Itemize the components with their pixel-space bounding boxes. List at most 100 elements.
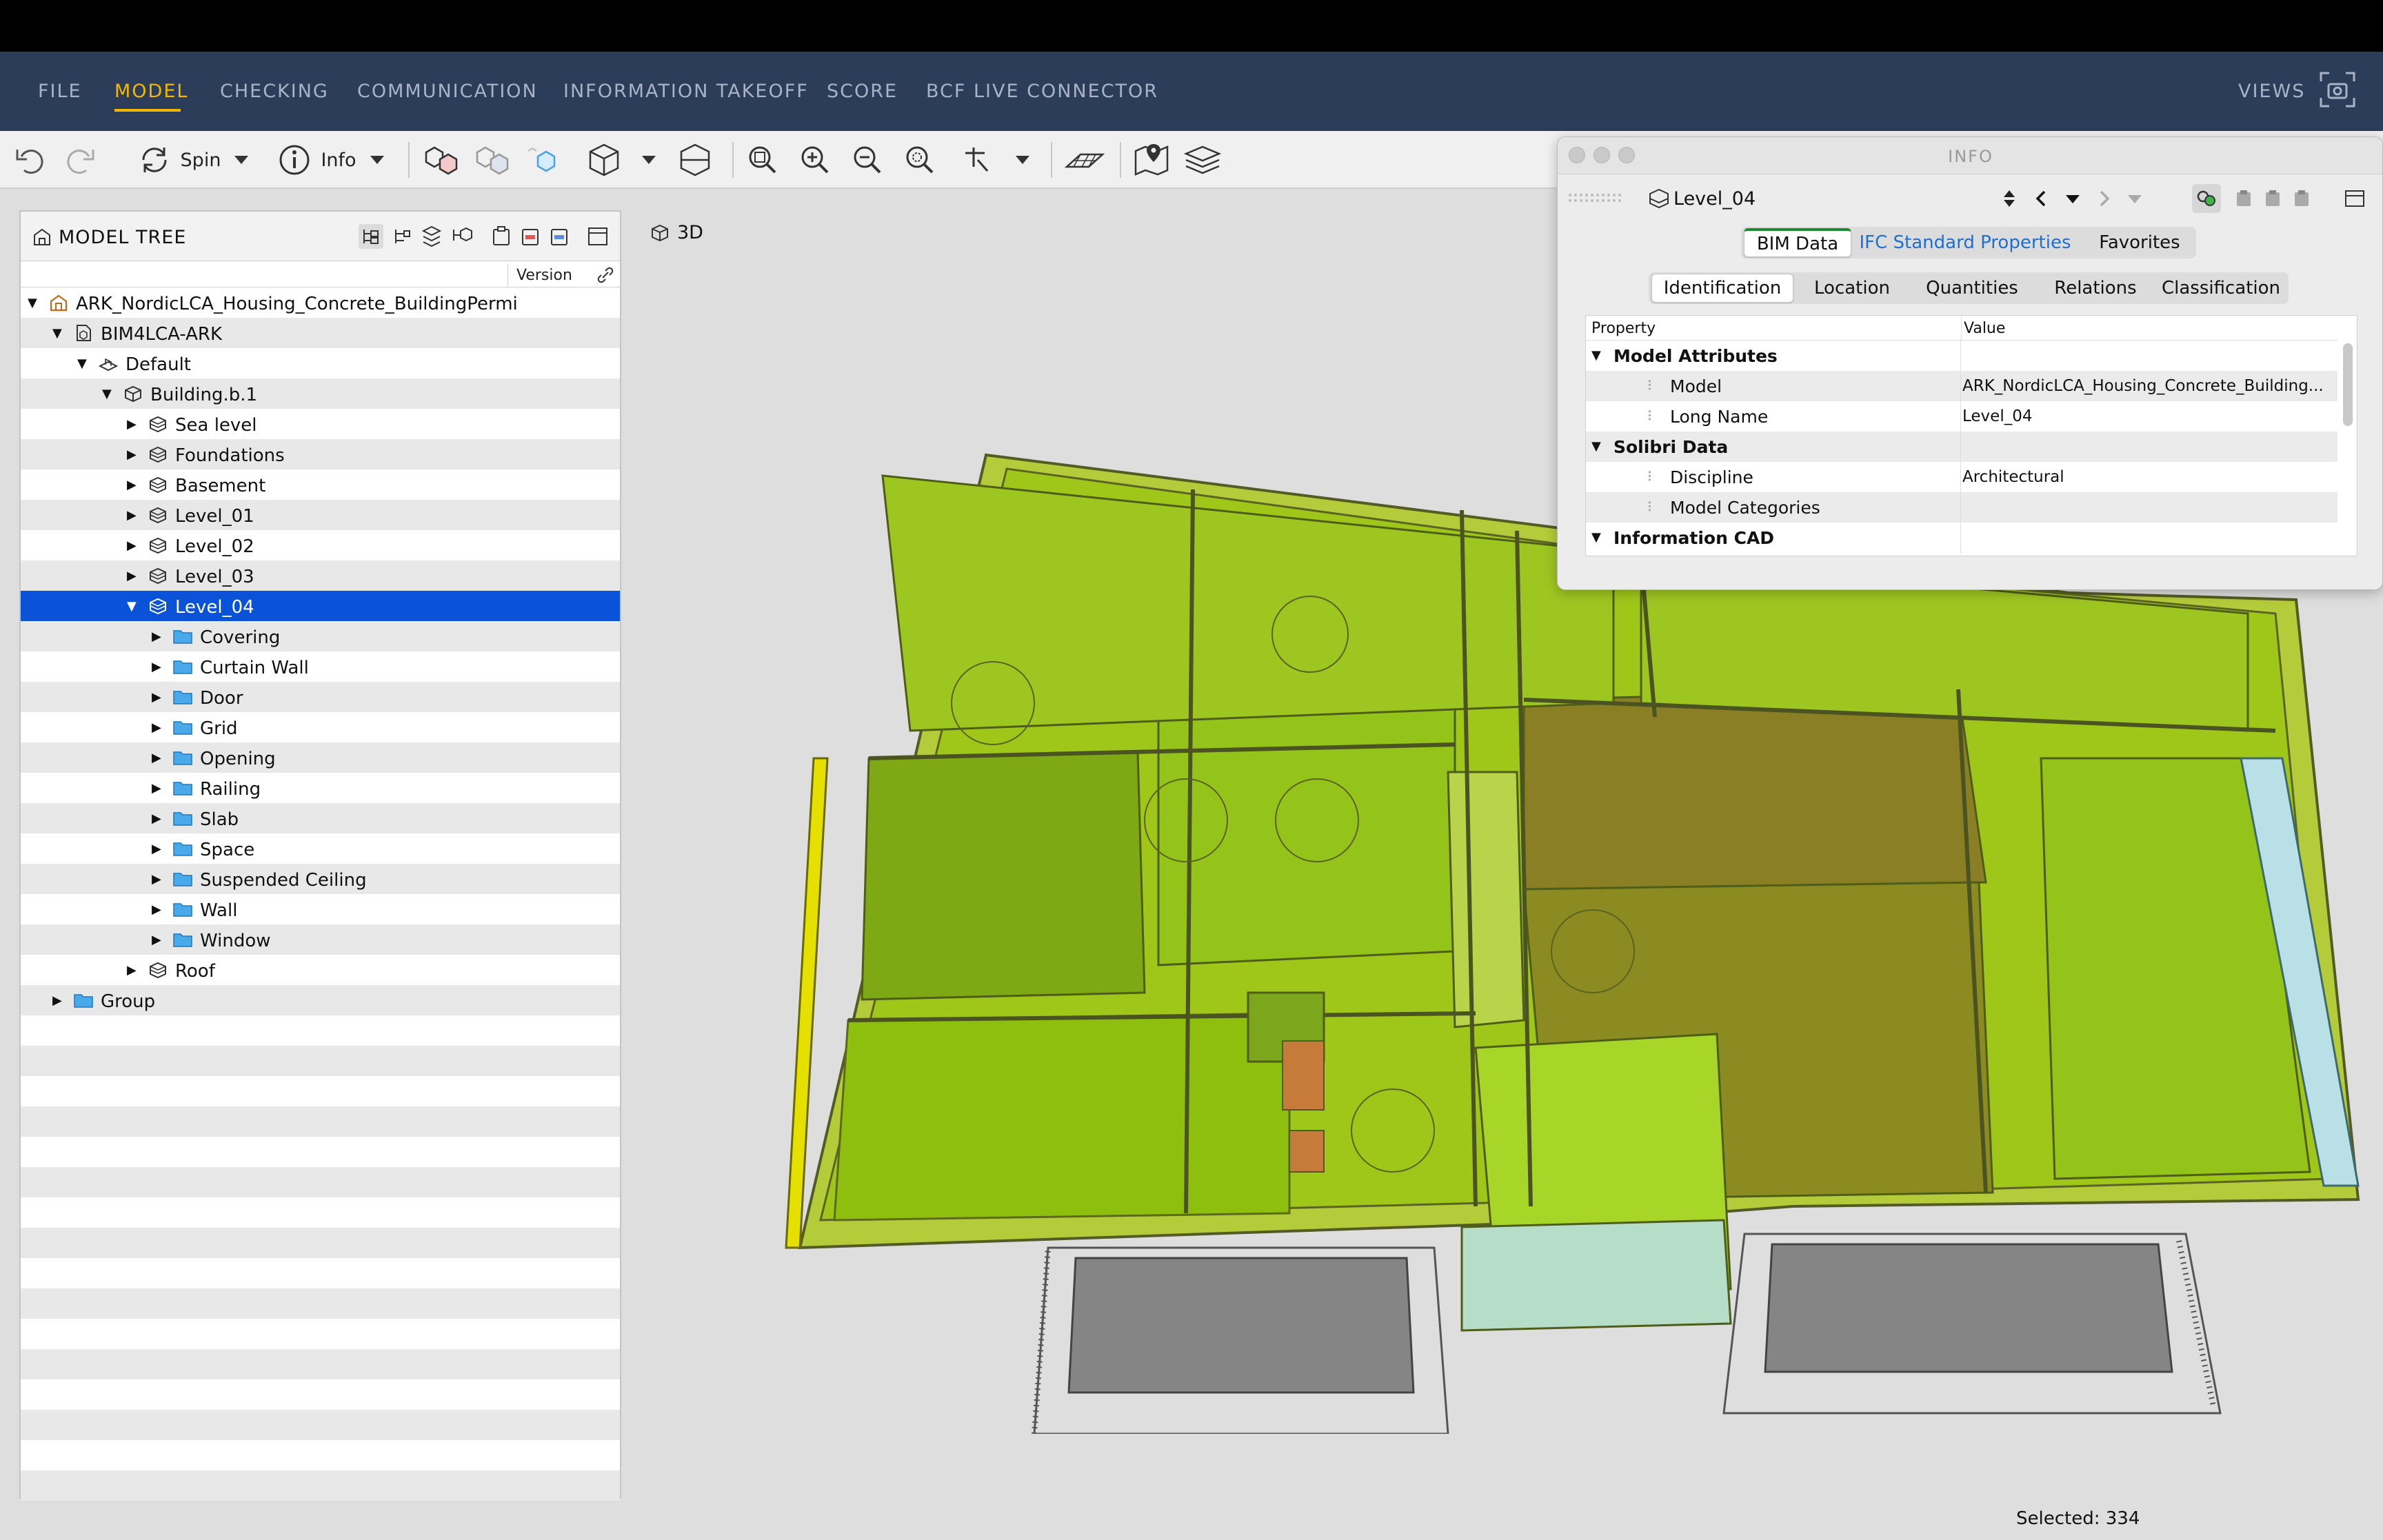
expand-arrow-icon[interactable]: ▶	[127, 963, 137, 977]
expand-arrow-icon[interactable]: ▶	[127, 569, 137, 583]
clipboard-blue-icon[interactable]	[547, 224, 571, 249]
expand-arrow-icon[interactable]: ▶	[152, 751, 161, 765]
property-group-row[interactable]: ▼ Solibri Data	[1586, 432, 2337, 462]
property-row[interactable]: ⠇ Model ARK_NordicLCA_Housing_Concrete_Bui…	[1586, 371, 2337, 401]
box-view-button[interactable]	[582, 141, 626, 179]
zoom-out-button[interactable]	[847, 141, 888, 179]
menu-communication[interactable]: COMMUNICATION	[357, 81, 538, 102]
expand-arrow-icon[interactable]: ▶	[152, 902, 161, 917]
menu-checking[interactable]: CHECKING	[220, 81, 329, 102]
subtab-classification[interactable]: Classification	[2156, 274, 2286, 303]
expand-arrow-icon[interactable]: ▶	[152, 720, 161, 735]
expand-arrow-icon[interactable]: ▶	[152, 660, 161, 674]
tree-structure-toggle[interactable]	[359, 224, 383, 249]
collapse-arrow-icon[interactable]: ▼	[102, 387, 112, 401]
clipboard-icon[interactable]	[490, 224, 513, 249]
tree-row[interactable]: ▶ Wall	[21, 894, 620, 924]
expand-arrow-icon[interactable]: ▶	[152, 933, 161, 947]
history-dropdown-icon[interactable]	[2062, 188, 2083, 209]
tree-row[interactable]: ▶ Window	[21, 924, 620, 955]
menu-model[interactable]: MODEL	[114, 81, 188, 102]
collapse-arrow-icon[interactable]: ▼	[28, 296, 37, 310]
group-collapse-icon[interactable]: ▼	[1591, 439, 1601, 454]
group-collapse-icon[interactable]: ▼	[1591, 530, 1601, 545]
expand-arrow-icon[interactable]: ▶	[152, 872, 161, 886]
forward-arrow-icon[interactable]	[2095, 188, 2113, 209]
property-row[interactable]: ⠇ Long Name Level_04	[1586, 401, 2337, 432]
tab-bim-data[interactable]: BIM Data	[1744, 228, 1851, 257]
measure-dropdown[interactable]	[1007, 141, 1038, 179]
tree-row[interactable]: ▶ Covering	[21, 621, 620, 651]
subtab-relations[interactable]: Relations	[2042, 274, 2149, 303]
tree-row[interactable]: ▼ Building.b.1	[21, 378, 620, 409]
info-mode-button[interactable]: Info	[276, 141, 393, 179]
expand-arrow-icon[interactable]: ▶	[152, 690, 161, 705]
tree-row[interactable]: ▼ Level_04	[21, 591, 620, 621]
section-box-button[interactable]	[673, 141, 717, 179]
panel-layout-icon[interactable]	[586, 224, 610, 249]
zoom-fit-button[interactable]	[742, 141, 783, 179]
menu-bcf-live-connector[interactable]: BCF LIVE CONNECTOR	[926, 81, 1158, 102]
expand-arrow-icon[interactable]: ▶	[127, 417, 137, 432]
back-arrow-icon[interactable]	[2032, 188, 2050, 209]
section-plane-button[interactable]	[1060, 141, 1109, 179]
subtab-identification[interactable]: Identification	[1651, 274, 1793, 303]
subtab-quantities[interactable]: Quantities	[1908, 274, 2036, 303]
property-row[interactable]: ⠇ Model Categories	[1586, 492, 2337, 523]
tree-row[interactable]: ▶ Railing	[21, 773, 620, 803]
tree-row[interactable]: ▶ Roof	[21, 955, 620, 985]
collapse-arrow-icon[interactable]: ▼	[77, 356, 87, 371]
expand-arrow-icon[interactable]: ▶	[127, 508, 137, 523]
menu-information-takeoff[interactable]: INFORMATION TAKEOFF	[563, 81, 809, 102]
tree-row[interactable]: ▶ Level_03	[21, 560, 620, 591]
tab-favorites[interactable]: Favorites	[2086, 228, 2193, 257]
property-group-row[interactable]: ▼ Information CAD	[1586, 523, 2337, 553]
sort-arrows-icon[interactable]	[2000, 188, 2018, 209]
location-map-button[interactable]	[1129, 141, 1174, 179]
tree-row[interactable]: ▶ Opening	[21, 742, 620, 773]
expand-arrow-icon[interactable]: ▶	[152, 842, 161, 856]
menu-file[interactable]: FILE	[38, 81, 82, 102]
tree-row[interactable]: ▶ Space	[21, 833, 620, 864]
group-collapse-icon[interactable]: ▼	[1591, 348, 1601, 363]
clipboard-gray-icon[interactable]	[2262, 188, 2283, 209]
link-icon[interactable]	[596, 265, 615, 285]
camera-views-icon[interactable]	[2318, 70, 2357, 109]
expand-arrow-icon[interactable]: ▶	[127, 478, 137, 492]
tree-row[interactable]: ▶ Foundations	[21, 439, 620, 469]
subtab-location[interactable]: Location	[1800, 274, 1904, 303]
tree-row[interactable]: ▶ Level_01	[21, 500, 620, 530]
expand-arrow-icon[interactable]: ▶	[152, 629, 161, 644]
spin-mode-button[interactable]: Spin	[135, 141, 258, 179]
expand-arrow-icon[interactable]: ▶	[152, 781, 161, 796]
tree-row[interactable]: ▶ Door	[21, 682, 620, 712]
tab-ifc-standard-properties[interactable]: IFC Standard Properties	[1858, 228, 2072, 257]
hide-button[interactable]	[470, 141, 514, 179]
tree-row[interactable]: ▶ Curtain Wall	[21, 651, 620, 682]
link-selection-toggle[interactable]	[2192, 184, 2221, 213]
show-all-button[interactable]	[419, 141, 463, 179]
zoom-selected-button[interactable]	[899, 141, 941, 179]
collapse-arrow-icon[interactable]: ▼	[127, 599, 137, 614]
tree-discipline-icon[interactable]	[390, 224, 414, 249]
view-tab-3d[interactable]: 3D	[650, 222, 703, 243]
property-group-row[interactable]: ▼ Model Attributes	[1586, 341, 2337, 371]
tree-components-icon[interactable]	[450, 224, 474, 249]
clipboard-gray-icon[interactable]	[2291, 188, 2312, 209]
tree-row[interactable]: ▶ Level_02	[21, 530, 620, 560]
property-scrollbar[interactable]	[2343, 343, 2353, 426]
clipboard-gray-icon[interactable]	[2233, 188, 2254, 209]
panel-layout-icon[interactable]	[2344, 188, 2366, 209]
tree-layers-icon[interactable]	[419, 224, 444, 249]
box-view-dropdown[interactable]	[633, 141, 665, 179]
tree-row[interactable]: ▶ Group	[21, 985, 620, 1015]
property-row[interactable]: ⠇ Discipline Architectural	[1586, 462, 2337, 492]
clipboard-red-icon[interactable]	[519, 224, 542, 249]
forward-dropdown-icon[interactable]	[2124, 188, 2145, 209]
tree-row[interactable]: ▶ Suspended Ceiling	[21, 864, 620, 894]
views-label[interactable]: VIEWS	[2238, 81, 2305, 102]
tree-row[interactable]: ▶ Slab	[21, 803, 620, 833]
drag-handle-icon[interactable]	[1567, 191, 1622, 205]
measure-button[interactable]	[957, 141, 998, 179]
version-column-header[interactable]: Version	[507, 264, 593, 286]
